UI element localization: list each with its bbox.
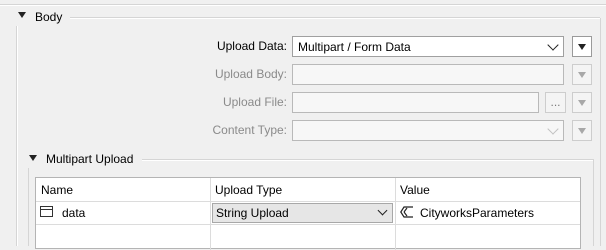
column-divider <box>210 178 211 250</box>
column-header-upload-type[interactable]: Upload Type <box>215 183 282 197</box>
content-type-menu-button[interactable] <box>572 120 592 141</box>
upload-body-menu-button[interactable] <box>572 64 592 85</box>
upload-file-menu-button[interactable] <box>572 92 592 113</box>
browse-ellipsis: ... <box>550 95 561 109</box>
body-header-line-highlight <box>70 18 600 19</box>
column-divider <box>395 178 396 250</box>
content-type-label: Content Type: <box>212 123 288 137</box>
content-type-select[interactable] <box>292 120 564 141</box>
chevron-down-icon <box>377 205 388 216</box>
dropdown-arrow-icon <box>578 100 586 106</box>
chevron-down-icon <box>547 123 559 135</box>
body-section-title: Body <box>35 10 63 24</box>
column-header-value[interactable]: Value <box>400 183 430 197</box>
chevron-down-icon <box>547 39 559 51</box>
top-divider-highlight <box>0 5 606 6</box>
column-header-name[interactable]: Name <box>41 183 73 197</box>
row-value-cell[interactable]: CityworksParameters <box>420 206 534 220</box>
upload-data-label: Upload Data: <box>216 39 287 53</box>
multipart-header-line-highlight <box>142 160 594 161</box>
multipart-frame-right <box>593 160 594 246</box>
row-upload-type-select[interactable]: String Upload <box>212 203 393 223</box>
text-field-icon <box>40 206 53 217</box>
header-divider <box>36 201 580 202</box>
multipart-table: Name Upload Type Value data String Uploa… <box>35 177 581 250</box>
body-frame-right <box>600 18 601 246</box>
upload-file-input[interactable] <box>292 92 539 113</box>
upload-body-label: Upload Body: <box>214 67 287 81</box>
upload-data-menu-button[interactable] <box>572 36 592 57</box>
multipart-frame-left <box>28 168 29 246</box>
row-upload-type-value: String Upload <box>216 206 289 220</box>
upload-file-label: Upload File: <box>222 95 287 109</box>
upload-data-select[interactable]: Multipart / Form Data <box>292 36 564 57</box>
dropdown-arrow-icon <box>578 72 586 78</box>
upload-data-value: Multipart / Form Data <box>298 40 411 54</box>
upload-body-input[interactable] <box>292 64 564 85</box>
body-frame-left-highlight <box>17 26 18 246</box>
dropdown-arrow-icon <box>578 128 586 134</box>
multipart-collapse-arrow-icon[interactable] <box>29 155 37 161</box>
body-collapse-arrow-icon[interactable] <box>18 12 26 18</box>
dropdown-arrow-icon <box>578 44 586 50</box>
row-divider <box>36 224 580 225</box>
attribute-value-icon <box>400 206 414 218</box>
multipart-section-title: Multipart Upload <box>46 152 134 166</box>
row-name-cell[interactable]: data <box>62 206 85 220</box>
upload-file-browse-button[interactable]: ... <box>545 92 566 113</box>
